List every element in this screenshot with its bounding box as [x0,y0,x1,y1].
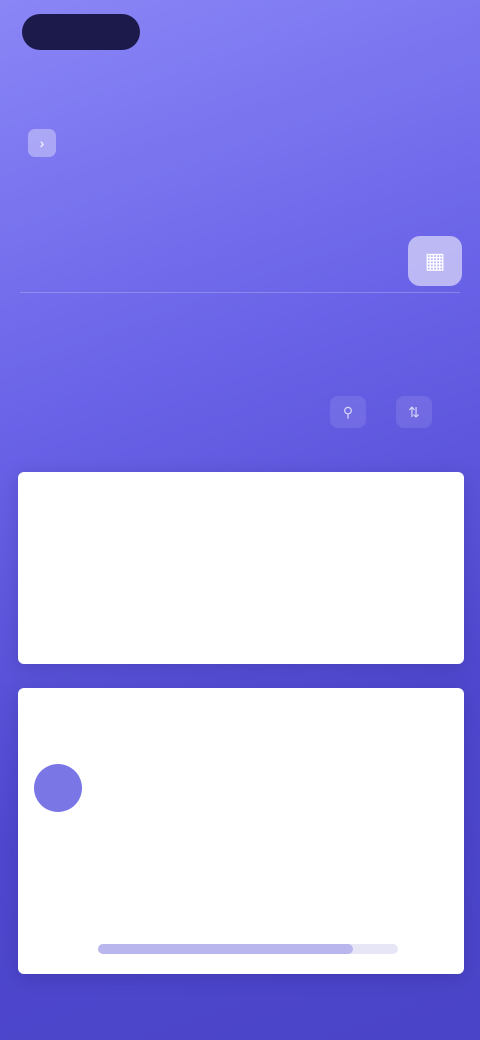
brand-pill[interactable] [22,14,140,50]
hero-title [18,72,338,102]
profile-value [32,892,152,912]
filter-label [36,402,216,422]
profile-card[interactable] [18,688,464,974]
avatar[interactable] [34,764,82,812]
stats-row [98,776,448,800]
info-card[interactable] [18,472,464,664]
filter-row: ⚲ ⇅ [20,392,460,432]
arrow-icon[interactable]: › [28,129,56,157]
info-card-title [32,494,232,516]
top-bar [0,0,480,64]
profile-detail-line [32,844,232,862]
app-screen: › ▦ ⚲ ⇅ [0,0,480,1040]
progress-bar-fill [98,944,353,954]
sort-icon[interactable]: ⇅ [396,396,432,428]
info-card-body [32,584,442,644]
info-card-meta [32,538,232,556]
filter-icon[interactable]: ⚲ [330,396,366,428]
divider [20,292,460,293]
grid-icon[interactable]: ▦ [408,236,462,286]
progress-bar [98,944,398,954]
profile-card-title [32,718,172,740]
hero-subtitle-row[interactable]: › [18,128,248,158]
